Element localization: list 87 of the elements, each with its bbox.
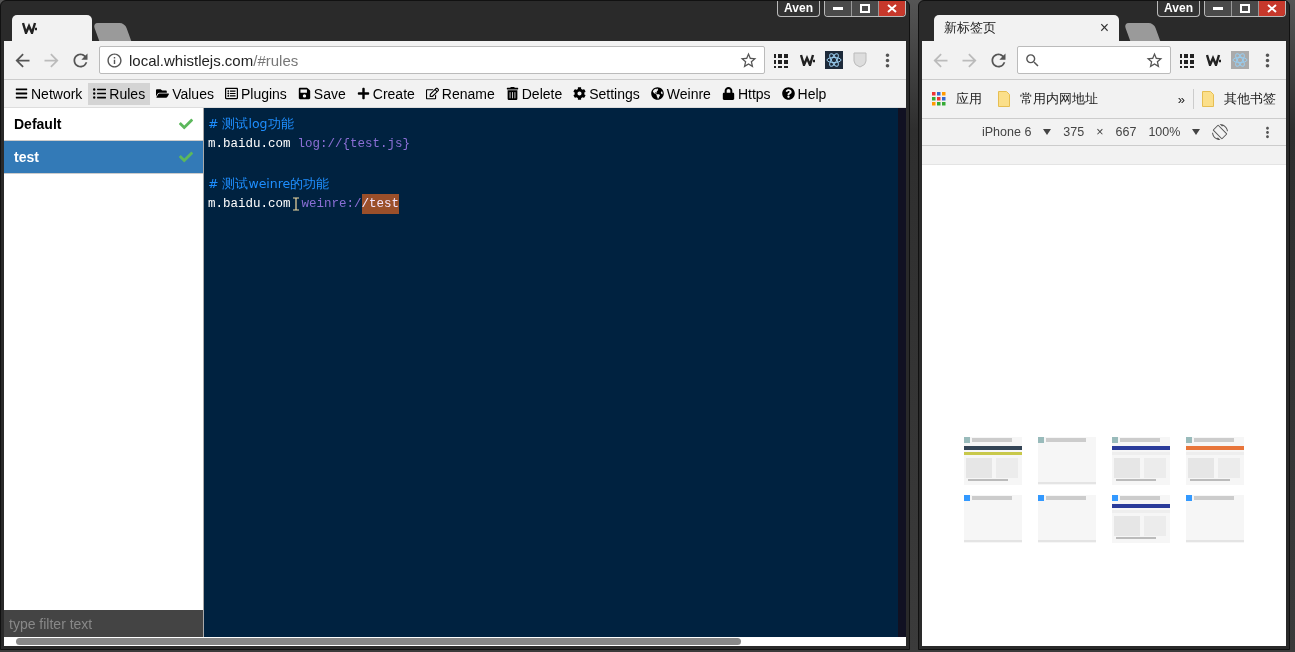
bookmark[interactable]: 常用内网地址 xyxy=(998,90,1098,108)
menu-item[interactable]: Network xyxy=(10,82,88,105)
qr-code-icon[interactable] xyxy=(1180,52,1196,68)
code-text: weinre:/ xyxy=(301,196,362,213)
new-tab-button[interactable] xyxy=(1123,23,1161,41)
menu-item[interactable]: Values xyxy=(151,82,219,105)
list-icon xyxy=(93,87,107,100)
menu-item[interactable]: Create xyxy=(351,82,420,105)
apps-grid-icon xyxy=(932,92,946,106)
menu-item[interactable]: Save xyxy=(292,82,351,105)
bookmark[interactable]: 其他书签 xyxy=(1202,90,1276,108)
user-badge[interactable]: Aven xyxy=(1157,1,1200,17)
trash-icon xyxy=(505,87,519,100)
close-button[interactable] xyxy=(1258,1,1285,16)
url-path: /#rules xyxy=(253,51,299,69)
close-button[interactable] xyxy=(878,1,905,16)
browser-tab[interactable] xyxy=(12,15,92,41)
menu-item[interactable]: Rename xyxy=(420,82,500,105)
star-icon[interactable] xyxy=(739,50,758,70)
device-select[interactable]: iPhone 6 xyxy=(982,125,1032,139)
maximize-button[interactable] xyxy=(851,1,878,16)
bookmark[interactable]: 应用 xyxy=(932,90,982,108)
rotate-icon[interactable] xyxy=(1212,124,1229,140)
logo-icon xyxy=(1206,54,1222,66)
times-sign: × xyxy=(1096,125,1104,139)
browser-tab[interactable]: 新标签页 × xyxy=(934,15,1119,41)
menu-item[interactable]: Plugins xyxy=(219,82,292,105)
logo-icon xyxy=(22,22,38,34)
user-badge[interactable]: Aven xyxy=(777,1,820,17)
address-bar[interactable]: local.whistlejs.com/#rules xyxy=(99,46,765,74)
menu-item[interactable]: Delete xyxy=(500,82,568,105)
code-text: m.baidu.com xyxy=(208,136,291,153)
folder-icon xyxy=(156,87,170,100)
maximize-button[interactable] xyxy=(1231,1,1258,16)
menu-item[interactable]: Help xyxy=(776,82,832,105)
plus-icon xyxy=(356,87,370,100)
minimize-button[interactable] xyxy=(1205,1,1231,16)
close-icon xyxy=(1267,4,1277,13)
code-editor[interactable]: # 测试log功能 m.baidu.com log://{test.js} # 测试weinre的功能 m.baidu.com weinre://test xyxy=(204,108,906,637)
info-icon xyxy=(106,51,123,69)
atom-icon[interactable] xyxy=(825,51,843,69)
menu-item[interactable]: Settings xyxy=(568,82,645,105)
list-box-icon xyxy=(224,87,238,100)
tab-close[interactable]: × xyxy=(1099,19,1109,37)
filter-field[interactable]: type filter text xyxy=(4,610,203,637)
help-icon xyxy=(781,87,795,100)
menu-item[interactable]: Weinre xyxy=(645,82,716,105)
rule-item[interactable]: test xyxy=(4,141,203,174)
caret-icon xyxy=(1192,129,1201,135)
new-tab-button[interactable] xyxy=(92,23,132,41)
selected-text: /test xyxy=(361,194,400,214)
code-text: m.baidu.com xyxy=(208,196,291,213)
maximize-icon xyxy=(1240,4,1250,13)
save-icon xyxy=(297,87,311,100)
rule-name: Default xyxy=(14,116,62,132)
settings-icon xyxy=(573,87,587,100)
maximize-icon xyxy=(860,4,870,13)
close-icon xyxy=(887,4,897,13)
more-bookmarks[interactable]: » xyxy=(1177,91,1185,107)
minimize-icon xyxy=(833,7,843,10)
folder-icon xyxy=(1202,91,1214,107)
globe-icon xyxy=(650,87,664,100)
lock-icon xyxy=(721,87,735,100)
logo-icon xyxy=(800,54,816,66)
zoom-select[interactable]: 100% xyxy=(1148,125,1181,139)
search-icon xyxy=(1024,51,1041,69)
minimize-button[interactable] xyxy=(825,1,851,16)
url-host: local.whistlejs.com xyxy=(129,51,254,69)
rule-name: test xyxy=(14,149,39,165)
menu-item[interactable]: Rules xyxy=(88,82,151,105)
menu-item[interactable]: Https xyxy=(716,82,776,105)
caret-icon xyxy=(1043,129,1052,135)
width-value[interactable]: 375 xyxy=(1063,125,1085,139)
code-comment: # 测试log功能 xyxy=(208,115,294,133)
text-cursor-icon xyxy=(292,197,299,211)
star-icon[interactable] xyxy=(1145,50,1164,70)
height-value[interactable]: 667 xyxy=(1115,125,1137,139)
tab-title: 新标签页 xyxy=(944,19,997,37)
scrollbar[interactable] xyxy=(16,638,741,645)
menu-icon xyxy=(15,87,28,100)
code-comment: # 测试weinre的功能 xyxy=(208,175,330,193)
folder-icon xyxy=(998,91,1010,107)
code-text: log://{test.js} xyxy=(297,136,411,153)
minimize-icon xyxy=(1213,7,1223,10)
edit-icon xyxy=(425,87,439,100)
qr-code-icon[interactable] xyxy=(774,52,790,68)
address-bar[interactable] xyxy=(1017,46,1171,74)
